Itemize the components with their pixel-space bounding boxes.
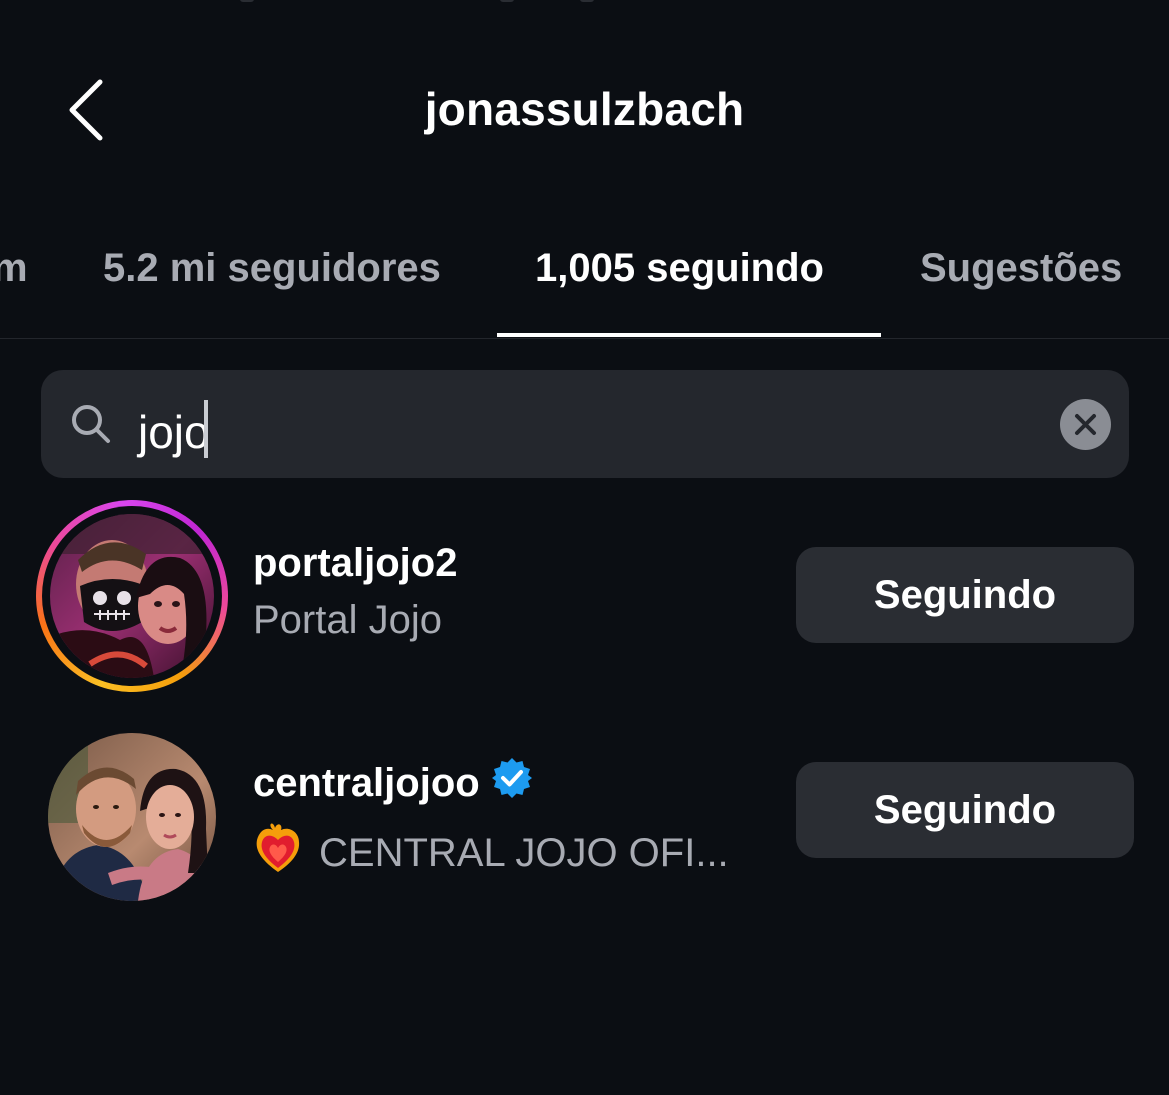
status-bar-remnant bbox=[0, 0, 1169, 8]
active-tab-indicator bbox=[497, 333, 881, 337]
heart-on-fire-icon bbox=[253, 822, 303, 884]
user-info[interactable]: portaljojo2 Portal Jojo bbox=[253, 541, 457, 643]
text-cursor bbox=[203, 400, 208, 458]
following-button[interactable]: Seguindo bbox=[796, 762, 1134, 858]
tab-following[interactable]: 1,005 seguindo bbox=[535, 246, 824, 291]
tab-suggestions[interactable]: Sugestões bbox=[920, 246, 1122, 291]
username-text: portaljojo2 bbox=[253, 541, 458, 585]
following-list-screen: jonassulzbach m 5.2 mi seguidores 1,005 … bbox=[0, 0, 1169, 1095]
following-button[interactable]: Seguindo bbox=[796, 547, 1134, 643]
list-item[interactable]: portaljojo2 Portal Jojo Seguindo bbox=[0, 497, 1169, 697]
search-bar[interactable]: jojo bbox=[41, 370, 1129, 478]
verified-badge-icon bbox=[490, 756, 534, 810]
top-navigation-bar: jonassulzbach bbox=[0, 60, 1169, 160]
user-info[interactable]: centraljojoo CENTRAL JOJO OFI... bbox=[253, 756, 729, 884]
clear-search-button[interactable] bbox=[1060, 399, 1111, 450]
search-value: jojo bbox=[138, 406, 210, 458]
username: centraljojoo bbox=[253, 756, 729, 810]
close-icon bbox=[1075, 414, 1096, 435]
avatar-with-story-ring[interactable] bbox=[36, 500, 228, 692]
username: portaljojo2 bbox=[253, 541, 457, 586]
tab-mutual[interactable]: m bbox=[0, 246, 28, 291]
full-name-text: Portal Jojo bbox=[253, 598, 442, 642]
list-item[interactable]: centraljojoo CENTRAL JOJO OFI... Seguind… bbox=[0, 712, 1169, 912]
full-name-text: CENTRAL JOJO OFI... bbox=[319, 830, 729, 875]
username-text: centraljojoo bbox=[253, 760, 480, 805]
avatar bbox=[48, 733, 216, 901]
avatar bbox=[50, 514, 214, 678]
page-title: jonassulzbach bbox=[424, 83, 745, 135]
full-name: Portal Jojo bbox=[253, 598, 457, 643]
search-icon bbox=[72, 405, 110, 443]
tab-followers[interactable]: 5.2 mi seguidores bbox=[103, 246, 441, 291]
full-name: CENTRAL JOJO OFI... bbox=[253, 822, 729, 884]
search-input[interactable]: jojo bbox=[138, 400, 210, 459]
avatar-container[interactable] bbox=[36, 715, 228, 907]
tab-bar: m 5.2 mi seguidores 1,005 seguindo Suges… bbox=[0, 222, 1169, 339]
